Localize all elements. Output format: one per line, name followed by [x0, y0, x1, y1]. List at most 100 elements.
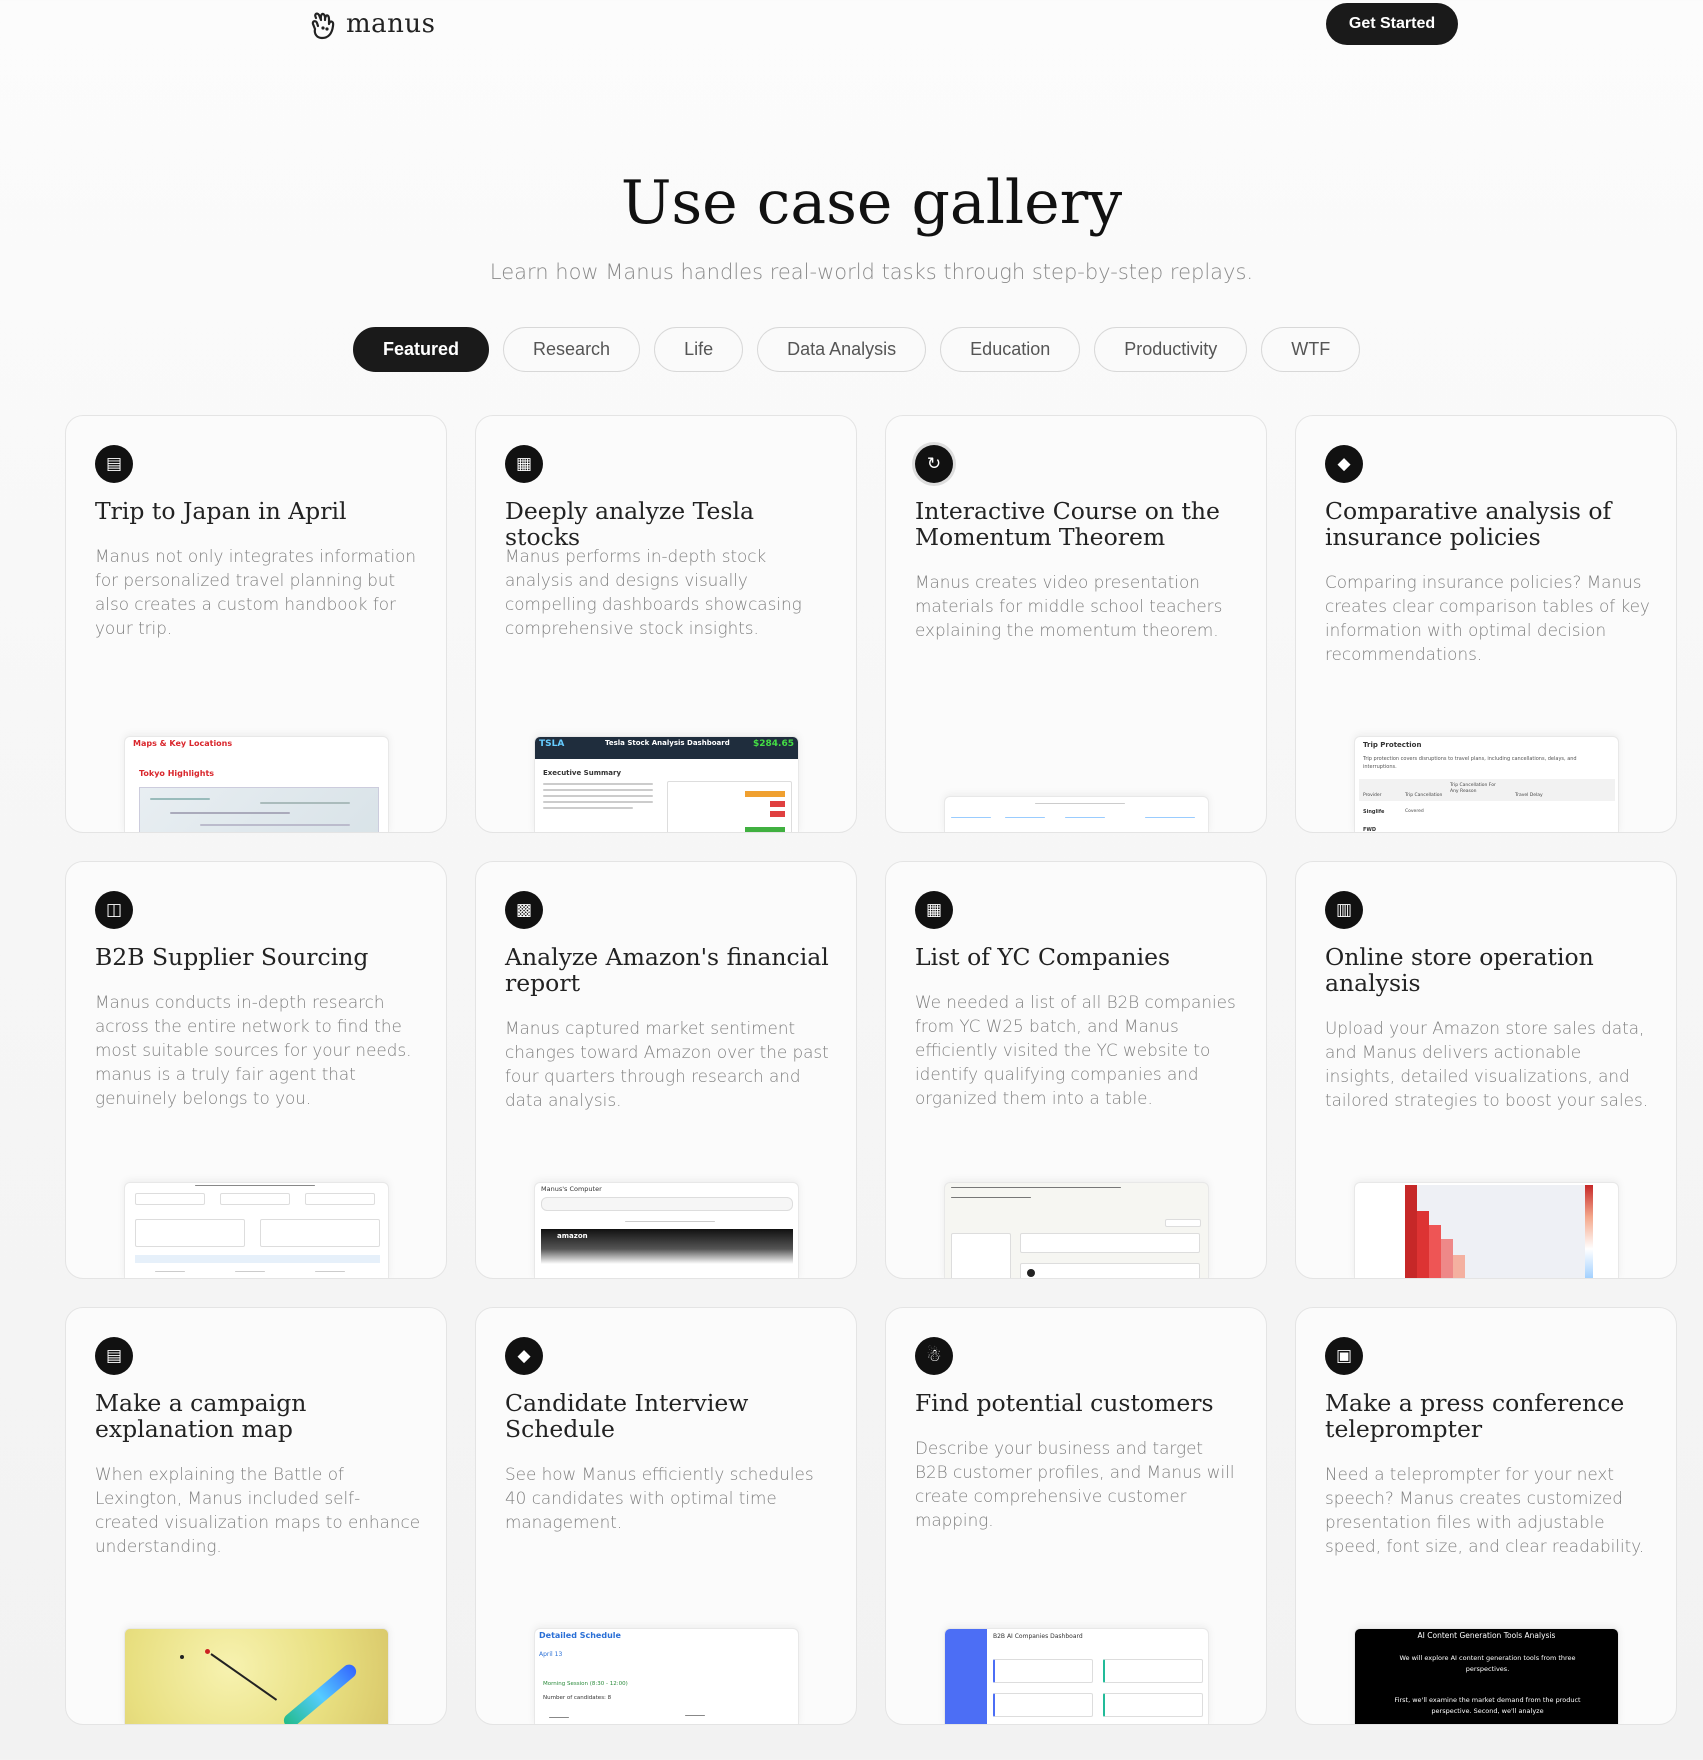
card-title: List of YC Companies	[915, 943, 1171, 971]
preview-text: We will explore AI content generation to…	[1399, 1654, 1576, 1673]
manus-logo[interactable]: manus	[308, 4, 436, 44]
tab-life[interactable]: Life	[654, 327, 744, 372]
tab-productivity[interactable]: Productivity	[1094, 327, 1248, 372]
card-preview-image: Maps & Key Locations Tokyo Highlights	[124, 736, 389, 832]
card-title: Comparative analysis of insurance polici…	[1325, 497, 1612, 551]
preview-label: Tokyo Highlights	[139, 769, 215, 778]
preview-text: Trip protection covers disruptions to tr…	[1363, 756, 1577, 770]
compass-icon: ◆	[505, 1337, 543, 1375]
card-title: Analyze Amazon's financial report	[505, 943, 829, 997]
use-case-card-momentum-course[interactable]: ↻ Interactive Course on the Momentum The…	[885, 415, 1267, 833]
card-preview-image: B2B AI Companies Dashboard	[944, 1628, 1209, 1724]
use-case-grid: ▤ Trip to Japan in April Manus not only …	[65, 415, 1677, 1725]
card-description: Manus not only integrates information fo…	[95, 546, 417, 638]
tab-data-analysis[interactable]: Data Analysis	[757, 327, 927, 372]
card-title: Candidate Interview Schedule	[505, 1389, 749, 1443]
file-icon: ▣	[1325, 1337, 1363, 1375]
map-icon: ▤	[95, 1337, 133, 1375]
card-preview-image	[944, 1182, 1209, 1278]
tab-research[interactable]: Research	[503, 327, 641, 372]
preview-cell: Covered	[1405, 809, 1424, 814]
card-description: Manus creates video presentation materia…	[915, 572, 1223, 640]
card-title: Deeply analyze Tesla stocks	[505, 497, 755, 551]
card-preview-image	[124, 1628, 389, 1724]
preview-label: Maps & Key Locations	[133, 739, 233, 748]
preview-count: Number of candidates: 8	[543, 1695, 612, 1701]
chart-icon: ▦	[505, 445, 543, 483]
logo-text: manus	[346, 9, 436, 39]
use-case-card-teleprompter[interactable]: ▣ Make a press conference teleprompter N…	[1295, 1307, 1677, 1725]
page-title: Use case gallery	[620, 168, 1123, 238]
preview-heading: Trip Protection	[1363, 741, 1422, 749]
card-preview-image: Detailed Schedule April 13 Morning Sessi…	[534, 1628, 799, 1724]
use-case-card-interview-schedule[interactable]: ◆ Candidate Interview Schedule See how M…	[475, 1307, 857, 1725]
card-title: Make a campaign explanation map	[95, 1389, 307, 1443]
megaphone-icon: ☃	[915, 1337, 953, 1375]
use-case-card-campaign-map[interactable]: ▤ Make a campaign explanation map When e…	[65, 1307, 447, 1725]
use-case-card-trip-japan[interactable]: ▤ Trip to Japan in April Manus not only …	[65, 415, 447, 833]
use-case-card-amazon-report[interactable]: ▩ Analyze Amazon's financial report Manu…	[475, 861, 857, 1279]
preview-ticker: TSLA	[539, 739, 565, 749]
preview-session: Morning Session (8:30 - 12:00)	[543, 1681, 628, 1687]
card-description: Manus captured market sentiment changes …	[505, 1018, 829, 1110]
hand-logo-icon	[311, 12, 335, 40]
get-started-button[interactable]: Get Started	[1326, 3, 1458, 45]
tab-featured[interactable]: Featured	[353, 327, 490, 372]
preview-price: $284.65	[753, 739, 794, 749]
preview-text: First, we'll examine the market demand f…	[1394, 1696, 1581, 1715]
card-preview-image	[124, 1182, 389, 1278]
refresh-icon: ↻	[915, 445, 953, 483]
category-tabs: Featured Research Life Data Analysis Edu…	[353, 327, 1361, 372]
card-preview-image: AI Content Generation Tools Analysis We …	[1354, 1628, 1619, 1724]
shield-icon: ◆	[1325, 445, 1363, 483]
card-title: Online store operation analysis	[1325, 943, 1594, 997]
preview-window-title: Manus's Computer	[541, 1185, 602, 1193]
card-preview-image	[944, 796, 1209, 832]
document-icon: ▦	[915, 891, 953, 929]
preview-cell: Trip Cancellation	[1405, 793, 1443, 798]
preview-heading: B2B AI Companies Dashboard	[993, 1633, 1083, 1640]
cart-icon: ◫	[95, 891, 133, 929]
card-title: Make a press conference teleprompter	[1325, 1389, 1625, 1443]
card-title: Trip to Japan in April	[95, 497, 347, 525]
preview-cell: Travel Delay	[1515, 793, 1543, 798]
card-description: Manus conducts in-depth research across …	[95, 992, 412, 1108]
card-description: When explaining the Battle of Lexington,…	[95, 1464, 421, 1556]
preview-cell: FWD	[1363, 827, 1377, 833]
preview-map	[139, 787, 379, 832]
card-description: See how Manus efficiently schedules 40 c…	[505, 1464, 814, 1532]
card-description: Manus performs in-depth stock analysis a…	[505, 546, 802, 638]
card-preview-image: Manus's Computer amazon	[534, 1182, 799, 1278]
card-title: Find potential customers	[915, 1389, 1214, 1417]
tab-wtf[interactable]: WTF	[1261, 327, 1361, 372]
card-description: We needed a list of all B2B companies fr…	[915, 992, 1236, 1108]
card-description: Upload your Amazon store sales data, and…	[1325, 1018, 1649, 1110]
book-icon: ▤	[95, 445, 133, 483]
preview-date: April 13	[539, 1651, 563, 1658]
card-description: Need a teleprompter for your next speech…	[1325, 1464, 1645, 1556]
use-case-card-tesla-stocks[interactable]: ▦ Deeply analyze Tesla stocks Manus perf…	[475, 415, 857, 833]
use-case-card-online-store[interactable]: ▥ Online store operation analysis Upload…	[1295, 861, 1677, 1279]
preview-heading: Detailed Schedule	[539, 1631, 621, 1640]
use-case-card-insurance[interactable]: ◆ Comparative analysis of insurance poli…	[1295, 415, 1677, 833]
preview-heading: AI Content Generation Tools Analysis	[1417, 1631, 1556, 1640]
bar-chart-icon: ▥	[1325, 891, 1363, 929]
card-preview-image: TSLA Tesla Stock Analysis Dashboard $284…	[534, 736, 799, 832]
use-case-card-yc-companies[interactable]: ▦ List of YC Companies We needed a list …	[885, 861, 1267, 1279]
preview-browser: amazon	[541, 1229, 793, 1278]
preview-brand: amazon	[557, 1232, 588, 1240]
card-description: Comparing insurance policies? Manus crea…	[1325, 572, 1650, 664]
use-case-card-potential-customers[interactable]: ☃ Find potential customers Describe your…	[885, 1307, 1267, 1725]
report-icon: ▩	[505, 891, 543, 929]
top-navigation: manus Get Started	[0, 0, 1703, 60]
tab-education[interactable]: Education	[940, 327, 1081, 372]
card-description: Describe your business and target B2B cu…	[915, 1438, 1235, 1530]
card-title: B2B Supplier Sourcing	[95, 943, 369, 971]
preview-cell: Provider	[1363, 793, 1382, 798]
card-preview-image: Trip Protection Trip protection covers d…	[1354, 736, 1619, 833]
preview-cell: Trip Cancellation For Any Reason	[1450, 783, 1496, 794]
card-title: Interactive Course on the Momentum Theor…	[915, 497, 1220, 551]
card-preview-image	[1354, 1182, 1619, 1278]
use-case-card-b2b-sourcing[interactable]: ◫ B2B Supplier Sourcing Manus conducts i…	[65, 861, 447, 1279]
page-subtitle: Learn how Manus handles real-world tasks…	[489, 260, 1254, 284]
